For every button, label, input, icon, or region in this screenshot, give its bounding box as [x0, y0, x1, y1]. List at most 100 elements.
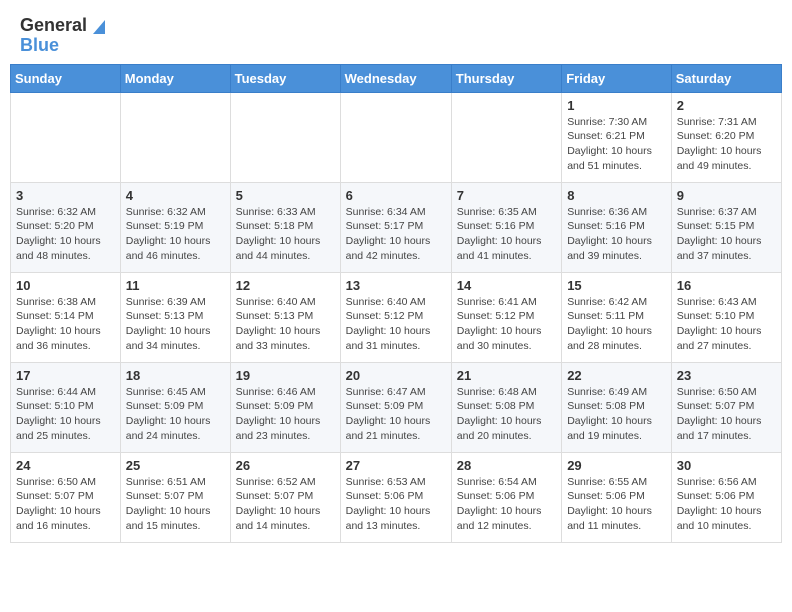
day-info: Sunrise: 6:50 AM Sunset: 5:07 PM Dayligh…: [677, 385, 776, 444]
weekday-header-monday: Monday: [120, 64, 230, 92]
day-number: 20: [346, 368, 446, 383]
calendar-cell: 17Sunrise: 6:44 AM Sunset: 5:10 PM Dayli…: [11, 362, 121, 452]
day-number: 21: [457, 368, 556, 383]
day-number: 1: [567, 98, 666, 113]
calendar-cell: 22Sunrise: 6:49 AM Sunset: 5:08 PM Dayli…: [562, 362, 672, 452]
day-info: Sunrise: 6:41 AM Sunset: 5:12 PM Dayligh…: [457, 295, 556, 354]
day-number: 26: [236, 458, 335, 473]
calendar: SundayMondayTuesdayWednesdayThursdayFrid…: [0, 64, 792, 553]
day-number: 22: [567, 368, 666, 383]
day-info: Sunrise: 6:56 AM Sunset: 5:06 PM Dayligh…: [677, 475, 776, 534]
day-number: 17: [16, 368, 115, 383]
day-number: 3: [16, 188, 115, 203]
logo-text-general: General: [20, 16, 87, 36]
logo: General Blue: [20, 16, 109, 56]
calendar-cell: 5 Sunrise: 6:33 AM Sunset: 5:18 PM Daylig…: [230, 182, 340, 272]
day-info: Sunrise: 6:47 AM Sunset: 5:09 PM Dayligh…: [346, 385, 446, 444]
day-number: 6: [346, 188, 446, 203]
calendar-cell: 18 Sunrise: 6:45 AM Sunset: 5:09 PM Dayli…: [120, 362, 230, 452]
day-info: Sunrise: 6:38 AM Sunset: 5:14 PM Dayligh…: [16, 295, 115, 354]
day-number: 15: [567, 278, 666, 293]
day-info: Sunrise: 6:52 AM Sunset: 5:07 PM Dayligh…: [236, 475, 335, 534]
day-info: Sunrise: 6:40 AM Sunset: 5:12 PM Dayligh…: [346, 295, 446, 354]
calendar-cell: 6 Sunrise: 6:34 AM Sunset: 5:17 PM Daylig…: [340, 182, 451, 272]
weekday-header-saturday: Saturday: [671, 64, 781, 92]
calendar-cell: 7Sunrise: 6:35 AM Sunset: 5:16 PM Daylig…: [451, 182, 561, 272]
calendar-cell: 11 Sunrise: 6:39 AM Sunset: 5:13 PM Dayli…: [120, 272, 230, 362]
day-number: 23: [677, 368, 776, 383]
calendar-cell: 23 Sunrise: 6:50 AM Sunset: 5:07 PM Dayli…: [671, 362, 781, 452]
day-number: 24: [16, 458, 115, 473]
logo-text-blue: Blue: [20, 36, 59, 56]
day-info: Sunrise: 6:55 AM Sunset: 5:06 PM Dayligh…: [567, 475, 666, 534]
day-info: Sunrise: 6:40 AM Sunset: 5:13 PM Dayligh…: [236, 295, 335, 354]
day-number: 8: [567, 188, 666, 203]
calendar-cell: 3 Sunrise: 6:32 AM Sunset: 5:20 PM Daylig…: [11, 182, 121, 272]
calendar-cell: [230, 92, 340, 182]
day-info: Sunrise: 6:39 AM Sunset: 5:13 PM Dayligh…: [126, 295, 225, 354]
calendar-cell: 28Sunrise: 6:54 AM Sunset: 5:06 PM Dayli…: [451, 452, 561, 542]
day-info: Sunrise: 6:33 AM Sunset: 5:18 PM Dayligh…: [236, 205, 335, 264]
day-info: Sunrise: 7:31 AM Sunset: 6:20 PM Dayligh…: [677, 115, 776, 174]
calendar-cell: [451, 92, 561, 182]
calendar-cell: 10 Sunrise: 6:38 AM Sunset: 5:14 PM Dayli…: [11, 272, 121, 362]
page-header: General Blue: [0, 0, 792, 64]
calendar-cell: 21 Sunrise: 6:48 AM Sunset: 5:08 PM Dayli…: [451, 362, 561, 452]
day-number: 18: [126, 368, 225, 383]
day-number: 9: [677, 188, 776, 203]
day-info: Sunrise: 6:32 AM Sunset: 5:19 PM Dayligh…: [126, 205, 225, 264]
day-number: 7: [457, 188, 556, 203]
calendar-cell: 4Sunrise: 6:32 AM Sunset: 5:19 PM Daylig…: [120, 182, 230, 272]
day-info: Sunrise: 6:46 AM Sunset: 5:09 PM Dayligh…: [236, 385, 335, 444]
calendar-week-row: 17Sunrise: 6:44 AM Sunset: 5:10 PM Dayli…: [11, 362, 782, 452]
calendar-week-row: 24 Sunrise: 6:50 AM Sunset: 5:07 PM Dayli…: [11, 452, 782, 542]
calendar-week-row: 10 Sunrise: 6:38 AM Sunset: 5:14 PM Dayli…: [11, 272, 782, 362]
logo-triangle-icon: [89, 16, 109, 36]
day-info: Sunrise: 6:51 AM Sunset: 5:07 PM Dayligh…: [126, 475, 225, 534]
weekday-header-wednesday: Wednesday: [340, 64, 451, 92]
calendar-week-row: 3 Sunrise: 6:32 AM Sunset: 5:20 PM Daylig…: [11, 182, 782, 272]
day-info: Sunrise: 6:36 AM Sunset: 5:16 PM Dayligh…: [567, 205, 666, 264]
calendar-cell: 14 Sunrise: 6:41 AM Sunset: 5:12 PM Dayli…: [451, 272, 561, 362]
weekday-header-friday: Friday: [562, 64, 672, 92]
day-info: Sunrise: 6:50 AM Sunset: 5:07 PM Dayligh…: [16, 475, 115, 534]
day-info: Sunrise: 7:30 AM Sunset: 6:21 PM Dayligh…: [567, 115, 666, 174]
calendar-cell: [11, 92, 121, 182]
calendar-cell: 30 Sunrise: 6:56 AM Sunset: 5:06 PM Dayli…: [671, 452, 781, 542]
day-info: Sunrise: 6:34 AM Sunset: 5:17 PM Dayligh…: [346, 205, 446, 264]
calendar-cell: 20 Sunrise: 6:47 AM Sunset: 5:09 PM Dayli…: [340, 362, 451, 452]
day-number: 10: [16, 278, 115, 293]
calendar-cell: 16 Sunrise: 6:43 AM Sunset: 5:10 PM Dayli…: [671, 272, 781, 362]
calendar-cell: 24 Sunrise: 6:50 AM Sunset: 5:07 PM Dayli…: [11, 452, 121, 542]
day-number: 5: [236, 188, 335, 203]
day-number: 27: [346, 458, 446, 473]
calendar-week-row: 1 Sunrise: 7:30 AM Sunset: 6:21 PM Daylig…: [11, 92, 782, 182]
day-number: 2: [677, 98, 776, 113]
day-number: 29: [567, 458, 666, 473]
day-info: Sunrise: 6:32 AM Sunset: 5:20 PM Dayligh…: [16, 205, 115, 264]
calendar-cell: 2 Sunrise: 7:31 AM Sunset: 6:20 PM Daylig…: [671, 92, 781, 182]
day-info: Sunrise: 6:48 AM Sunset: 5:08 PM Dayligh…: [457, 385, 556, 444]
day-number: 14: [457, 278, 556, 293]
calendar-cell: 8 Sunrise: 6:36 AM Sunset: 5:16 PM Daylig…: [562, 182, 672, 272]
day-info: Sunrise: 6:43 AM Sunset: 5:10 PM Dayligh…: [677, 295, 776, 354]
day-number: 12: [236, 278, 335, 293]
day-info: Sunrise: 6:53 AM Sunset: 5:06 PM Dayligh…: [346, 475, 446, 534]
calendar-cell: 12 Sunrise: 6:40 AM Sunset: 5:13 PM Dayli…: [230, 272, 340, 362]
day-number: 16: [677, 278, 776, 293]
calendar-cell: [120, 92, 230, 182]
day-number: 13: [346, 278, 446, 293]
calendar-cell: 13 Sunrise: 6:40 AM Sunset: 5:12 PM Dayli…: [340, 272, 451, 362]
day-number: 19: [236, 368, 335, 383]
day-info: Sunrise: 6:37 AM Sunset: 5:15 PM Dayligh…: [677, 205, 776, 264]
day-info: Sunrise: 6:54 AM Sunset: 5:06 PM Dayligh…: [457, 475, 556, 534]
calendar-cell: 19 Sunrise: 6:46 AM Sunset: 5:09 PM Dayli…: [230, 362, 340, 452]
day-number: 30: [677, 458, 776, 473]
day-number: 11: [126, 278, 225, 293]
calendar-cell: 29 Sunrise: 6:55 AM Sunset: 5:06 PM Dayli…: [562, 452, 672, 542]
day-number: 25: [126, 458, 225, 473]
day-info: Sunrise: 6:45 AM Sunset: 5:09 PM Dayligh…: [126, 385, 225, 444]
calendar-table: SundayMondayTuesdayWednesdayThursdayFrid…: [10, 64, 782, 543]
calendar-cell: 1 Sunrise: 7:30 AM Sunset: 6:21 PM Daylig…: [562, 92, 672, 182]
weekday-header-thursday: Thursday: [451, 64, 561, 92]
